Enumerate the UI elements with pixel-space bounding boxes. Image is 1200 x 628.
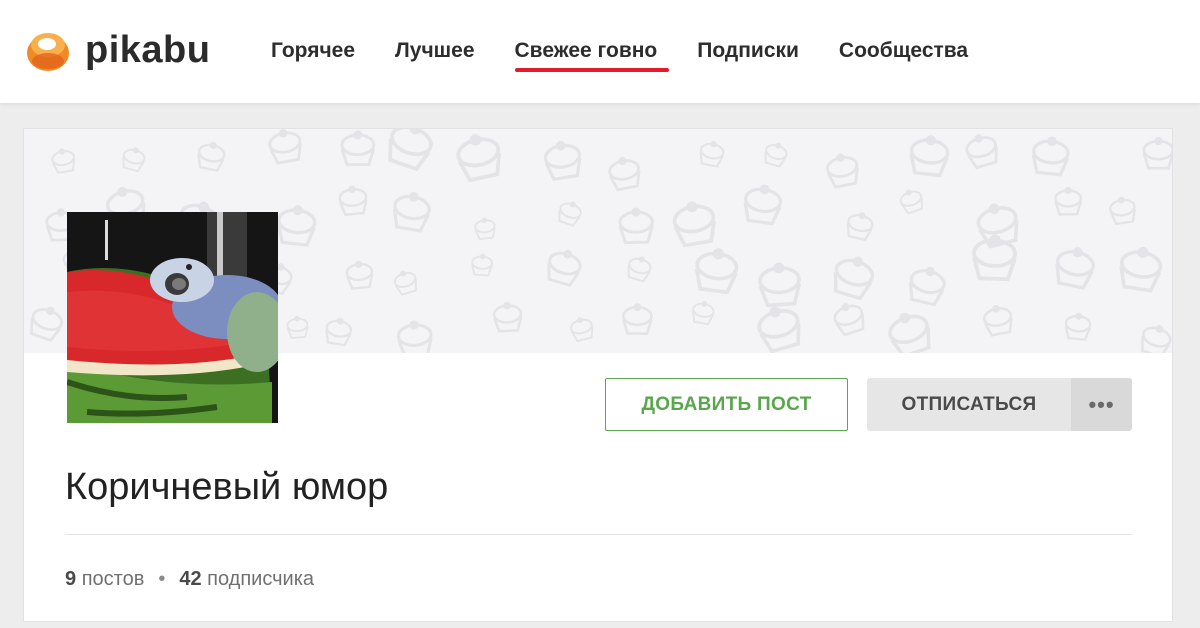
logo-text: pikabu xyxy=(85,29,211,71)
posts-stat[interactable]: 9 постов xyxy=(65,566,144,592)
nav-item-hot[interactable]: Горячее xyxy=(271,36,355,68)
site-logo[interactable]: pikabu xyxy=(25,28,215,74)
unsubscribe-button[interactable]: ОТПИСАТЬСЯ xyxy=(867,378,1071,431)
more-options-button[interactable]: ••• xyxy=(1071,378,1132,431)
divider xyxy=(65,534,1132,535)
pikabu-logo-icon xyxy=(25,28,71,74)
community-stats: 9 постов • 42 подписчика xyxy=(65,566,314,592)
subscribers-label: подписчика xyxy=(207,568,315,590)
subscribers-stat[interactable]: 42 подписчика xyxy=(179,566,314,592)
community-card: ДОБАВИТЬ ПОСТ ОТПИСАТЬСЯ ••• Коричневый … xyxy=(23,128,1173,622)
subscribers-count: 42 xyxy=(179,568,208,590)
nav-item-fresh[interactable]: Свежее говно xyxy=(514,36,669,72)
parrot-watermelon-image-icon xyxy=(67,212,278,423)
more-dots-icon: ••• xyxy=(1088,391,1115,417)
community-avatar xyxy=(67,212,278,423)
add-post-button[interactable]: ДОБАВИТЬ ПОСТ xyxy=(605,378,848,431)
posts-label: постов xyxy=(81,568,145,590)
site-header: pikabu Горячее Лучшее Свежее говно Подпи… xyxy=(0,0,1200,103)
main-nav: Горячее Лучшее Свежее говно Подписки Соо… xyxy=(271,36,1008,72)
stats-separator: • xyxy=(158,568,166,590)
posts-count: 9 xyxy=(65,568,82,590)
nav-item-best[interactable]: Лучшее xyxy=(395,36,474,68)
nav-item-subscriptions[interactable]: Подписки xyxy=(697,36,799,68)
nav-item-communities[interactable]: Сообщества xyxy=(839,36,968,68)
community-title: Коричневый юмор xyxy=(65,466,389,508)
